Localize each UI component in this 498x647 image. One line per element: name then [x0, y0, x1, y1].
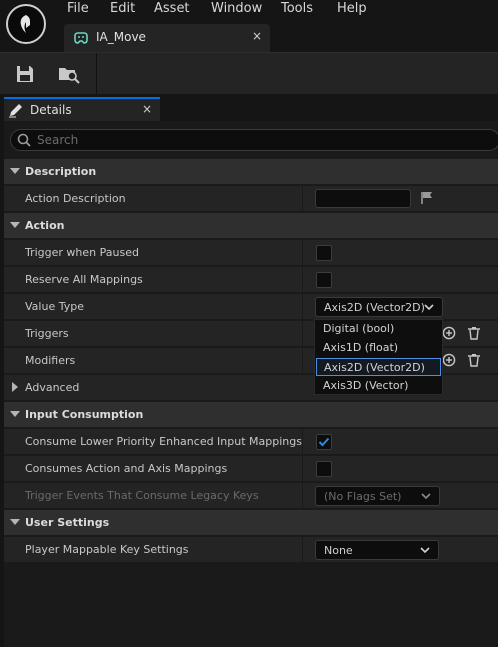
category-label: User Settings [25, 516, 110, 529]
trash-icon[interactable] [467, 353, 481, 370]
row-player-mappable: Player Mappable Key Settings None [4, 537, 498, 563]
category-input-consumption[interactable]: Input Consumption [4, 402, 498, 428]
value-type-option-selected[interactable]: Axis2D (Vector2D) [316, 358, 441, 376]
row-trigger-events-legacy: Trigger Events That Consume Legacy Keys … [4, 483, 498, 509]
row-label: Modifiers [25, 354, 76, 367]
value-type-option[interactable]: Digital (bool) [316, 320, 441, 338]
row-label: Trigger Events That Consume Legacy Keys [25, 489, 259, 502]
column-divider[interactable] [302, 348, 303, 374]
row-label: Action Description [25, 192, 126, 205]
menu-tools[interactable]: Tools [281, 0, 313, 18]
trigger-events-legacy-combo[interactable]: (No Flags Set) [315, 486, 440, 506]
column-divider[interactable] [302, 537, 303, 563]
row-action-description: Action Description [4, 186, 498, 212]
action-description-input[interactable] [315, 189, 411, 208]
menu-help[interactable]: Help [337, 0, 367, 18]
search-placeholder: Search [37, 133, 79, 147]
value-type-dropdown: Digital (bool) Axis1D (float) Axis2D (Ve… [314, 319, 443, 395]
details-tab-close-button[interactable]: × [142, 102, 152, 116]
consume-lower-priority-checkbox[interactable] [316, 434, 332, 450]
category-description[interactable]: Description [4, 159, 498, 185]
add-element-icon[interactable] [442, 326, 456, 343]
column-divider[interactable] [302, 483, 303, 509]
menu-edit[interactable]: Edit [110, 0, 135, 18]
category-label: Input Consumption [25, 408, 144, 421]
column-divider[interactable] [302, 240, 303, 266]
row-reserve-all-mappings: Reserve All Mappings [4, 267, 498, 293]
player-mappable-value: None [324, 544, 353, 557]
trigger-events-legacy-value: (No Flags Set) [324, 490, 402, 503]
menu-window[interactable]: Window [211, 0, 262, 18]
row-label: Consumes Action and Axis Mappings [25, 462, 228, 475]
row-label: Reserve All Mappings [25, 273, 143, 286]
trigger-when-paused-checkbox[interactable] [316, 245, 332, 261]
unreal-logo-icon[interactable] [6, 4, 46, 44]
category-label: Description [25, 165, 97, 178]
column-divider[interactable] [302, 456, 303, 482]
category-user-settings[interactable]: User Settings [4, 510, 498, 536]
player-mappable-combo[interactable]: None [315, 540, 439, 560]
expand-arrow-icon [12, 382, 18, 392]
reserve-all-mappings-checkbox[interactable] [316, 272, 332, 288]
collapse-arrow-icon [10, 411, 20, 417]
value-type-value: Axis2D (Vector2D) [324, 301, 425, 314]
row-label: Value Type [25, 300, 84, 313]
search-input[interactable]: Search [10, 129, 498, 151]
row-trigger-when-paused: Trigger when Paused [4, 240, 498, 266]
asset-tab-label: IA_Move [96, 30, 146, 44]
row-label: Consume Lower Priority Enhanced Input Ma… [25, 435, 302, 448]
title-bar: File Edit Asset Window Tools Help IA_Mov… [0, 0, 498, 52]
input-action-icon [72, 30, 90, 49]
value-type-option[interactable]: Axis3D (Vector) [316, 377, 441, 395]
collapse-arrow-icon [10, 168, 20, 174]
asset-tab-close-button[interactable]: × [252, 29, 262, 43]
flag-icon[interactable] [420, 191, 434, 208]
collapse-arrow-icon [10, 222, 20, 228]
add-element-icon[interactable] [442, 353, 456, 370]
collapse-arrow-icon [10, 519, 20, 525]
browse-asset-icon[interactable] [57, 63, 81, 85]
search-icon [17, 133, 31, 150]
asset-tab[interactable]: IA_Move × [64, 24, 270, 52]
row-value-type: Value Type Axis2D (Vector2D) [4, 294, 498, 320]
trash-icon[interactable] [467, 326, 481, 343]
consumes-action-axis-checkbox[interactable] [316, 461, 332, 477]
details-tab[interactable]: Details × [4, 97, 160, 121]
checkmark-icon [318, 437, 330, 447]
save-icon[interactable] [14, 63, 38, 85]
row-label: Trigger when Paused [25, 246, 139, 259]
chevron-down-icon [420, 545, 430, 558]
chevron-down-icon [421, 491, 431, 504]
value-type-option[interactable]: Axis1D (float) [316, 339, 441, 357]
column-divider[interactable] [302, 321, 303, 347]
pencil-icon [8, 102, 24, 121]
menu-file[interactable]: File [67, 0, 89, 18]
row-label: Triggers [25, 327, 69, 340]
column-divider[interactable] [302, 294, 303, 320]
row-consume-lower-priority: Consume Lower Priority Enhanced Input Ma… [4, 429, 498, 455]
category-action[interactable]: Action [4, 213, 498, 239]
toolbar [0, 52, 498, 95]
details-tab-label: Details [30, 103, 72, 117]
chevron-down-icon [424, 302, 434, 315]
category-label: Advanced [25, 381, 80, 394]
toolbar-separator [96, 53, 97, 95]
row-consumes-action-axis: Consumes Action and Axis Mappings [4, 456, 498, 482]
menu-asset[interactable]: Asset [154, 0, 190, 18]
row-label: Player Mappable Key Settings [25, 543, 189, 556]
column-divider[interactable] [302, 186, 303, 212]
column-divider[interactable] [302, 429, 303, 455]
column-divider[interactable] [302, 267, 303, 293]
category-label: Action [25, 219, 65, 232]
value-type-combo[interactable]: Axis2D (Vector2D) [315, 297, 443, 317]
